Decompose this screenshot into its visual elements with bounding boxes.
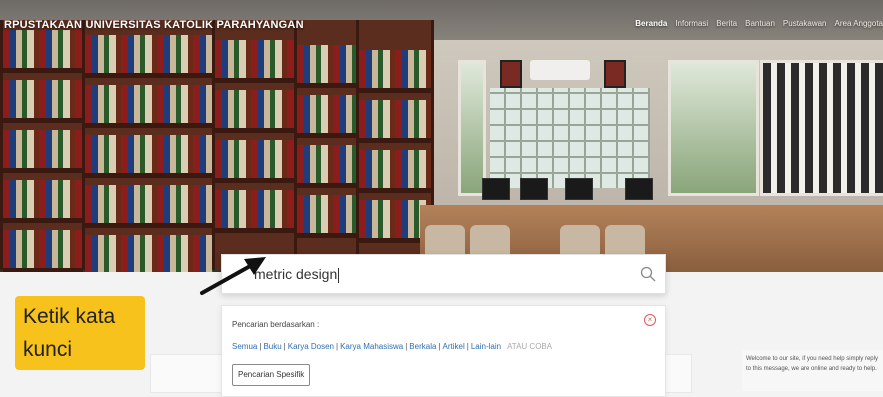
bookshelf — [82, 20, 216, 272]
site-title[interactable]: RPUSTAKAAN UNIVERSITAS KATOLIK PARAHYANG… — [4, 19, 304, 31]
bookshelf — [212, 20, 298, 270]
nav-informasi[interactable]: Informasi — [675, 19, 708, 28]
nav-pustakawan[interactable]: Pustakawan — [783, 19, 827, 28]
search-options-panel: Pencarian berdasarkan : × Semua | Buku | Kar… — [221, 305, 666, 397]
filter-artikel[interactable]: Artikel — [443, 342, 465, 351]
filter-lain-lain[interactable]: Lain-lain — [471, 342, 501, 351]
callout-line-2: kunci — [23, 338, 73, 361]
nav-berita[interactable]: Berita — [716, 19, 737, 28]
close-icon[interactable]: × — [644, 314, 656, 326]
filter-karya-mahasiswa[interactable]: Karya Mahasiswa — [340, 342, 403, 351]
air-conditioner — [530, 60, 590, 80]
filter-links: Semua | Buku | Karya Dosen | Karya Mahasiswa | B… — [232, 342, 553, 351]
nav-bantuan[interactable]: Bantuan — [745, 19, 775, 28]
bookshelf — [0, 20, 86, 272]
bookshelf — [294, 20, 360, 270]
search-icon[interactable] — [640, 266, 656, 282]
arrow-icon — [200, 257, 266, 295]
filter-karya-dosen[interactable]: Karya Dosen — [288, 342, 334, 351]
panel-title: Pencarian berdasarkan : — [232, 320, 320, 329]
glass-block-wall — [490, 88, 650, 188]
top-nav: Beranda Informasi Berita Bantuan Pustaka… — [635, 19, 883, 28]
instruction-callout: Ketik kata kunci — [15, 296, 145, 370]
text-caret — [338, 267, 340, 283]
window — [760, 60, 883, 196]
wall-frame — [500, 60, 522, 88]
hero-background-photo — [0, 0, 883, 272]
search-input[interactable]: metric design — [221, 254, 666, 294]
nav-beranda[interactable]: Beranda — [635, 19, 667, 28]
computer-monitor — [482, 178, 510, 200]
computer-monitor — [520, 178, 548, 200]
callout-line-1: Ketik kata — [23, 305, 116, 328]
window — [668, 60, 759, 196]
chat-widget-message[interactable]: Welcome to our site, if you need help si… — [742, 350, 883, 391]
nav-area-anggota[interactable]: Area Anggota — [835, 19, 883, 28]
specific-search-button[interactable]: Pencarian Spesifik — [232, 364, 311, 386]
filter-buku[interactable]: Buku — [263, 342, 281, 351]
filter-berkala[interactable]: Berkala — [409, 342, 436, 351]
window — [458, 60, 486, 196]
computer-monitor — [565, 178, 593, 200]
atau-coba-label: ATAU COBA — [507, 342, 553, 351]
wall-frame — [604, 60, 626, 88]
filter-semua[interactable]: Semua — [232, 342, 257, 351]
computer-monitor — [625, 178, 653, 200]
